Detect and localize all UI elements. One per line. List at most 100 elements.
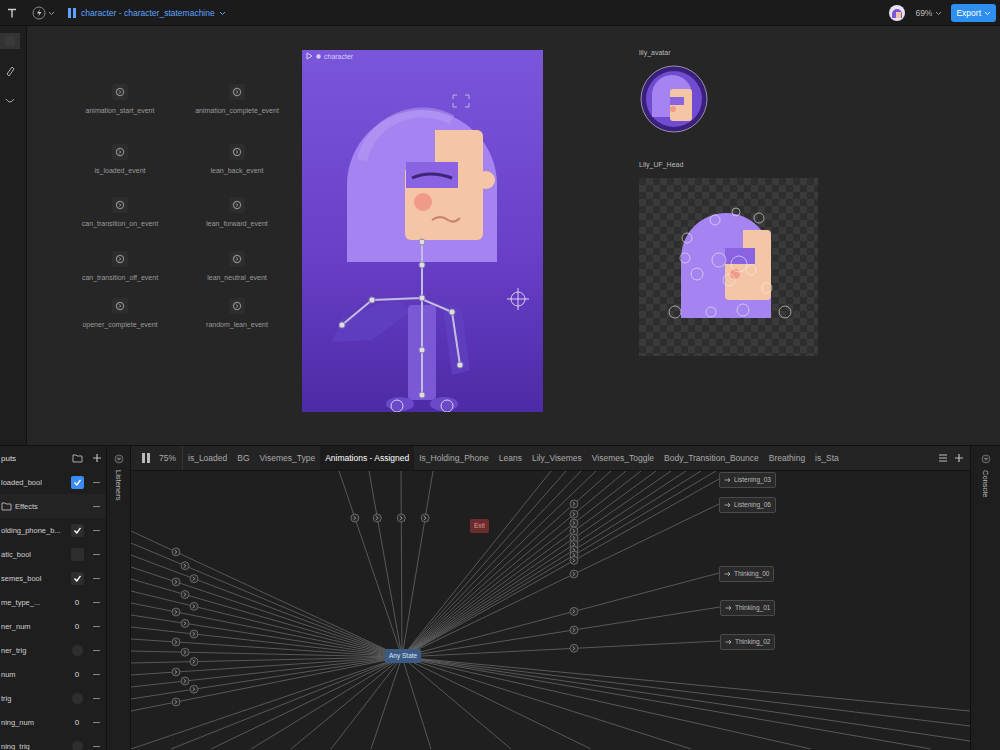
state-label[interactable]: Thinking_01	[735, 604, 770, 612]
input-control[interactable]: 0	[67, 622, 87, 631]
console-label[interactable]: Console	[981, 470, 990, 498]
any-state-node[interactable]: Any State	[385, 649, 421, 663]
checkbox[interactable]	[71, 524, 84, 537]
event-item[interactable]: animation_complete_event	[177, 84, 297, 115]
number-value[interactable]: 0	[75, 598, 79, 607]
file-title-menu[interactable]: character - character_statemachine	[67, 7, 226, 19]
check-icon[interactable]	[73, 574, 82, 583]
remove-button[interactable]	[87, 578, 106, 579]
input-control[interactable]	[67, 572, 87, 585]
checkbox[interactable]	[71, 476, 84, 489]
checkbox[interactable]	[71, 548, 84, 561]
state-node[interactable]: Thinking_02	[720, 634, 775, 650]
event-node[interactable]	[229, 298, 245, 314]
input-label[interactable]: num	[0, 670, 67, 679]
event-label[interactable]: lean_forward_event	[206, 219, 268, 228]
input-row[interactable]: loaded_bool	[0, 470, 106, 494]
layer-tab[interactable]: Visemes_Type	[255, 446, 321, 470]
check-icon[interactable]	[73, 478, 82, 487]
event-item[interactable]: lean_neutral_event	[177, 251, 297, 282]
number-value[interactable]: 0	[75, 718, 79, 727]
state-label[interactable]: Thinking_00	[734, 570, 769, 578]
plus-icon[interactable]	[954, 453, 964, 463]
input-label[interactable]: olding_phone_b...	[0, 526, 67, 535]
event-node[interactable]	[229, 144, 245, 160]
minus-icon[interactable]	[93, 650, 100, 651]
number-value[interactable]: 0	[75, 622, 79, 631]
folder-icon[interactable]	[1, 501, 12, 511]
remove-button[interactable]	[87, 674, 106, 675]
collapse-icon[interactable]	[114, 454, 124, 464]
check-icon[interactable]	[73, 526, 82, 535]
input-row[interactable]: ner_num0	[0, 614, 106, 638]
listeners-label[interactable]: Listeners	[114, 470, 123, 500]
layer-tab[interactable]: is_Loaded	[183, 446, 232, 470]
event-label[interactable]: opener_complete_event	[82, 320, 157, 329]
minus-icon[interactable]	[93, 674, 100, 675]
graph-zoom[interactable]: 75%	[131, 446, 183, 470]
input-label[interactable]: ning_trig	[0, 742, 67, 750]
state-label[interactable]: Listening_06	[734, 501, 771, 509]
select-tool-icon[interactable]	[4, 35, 16, 47]
input-control[interactable]	[67, 645, 87, 656]
minus-icon[interactable]	[93, 554, 100, 555]
minus-icon[interactable]	[93, 482, 100, 483]
number-value[interactable]: 0	[75, 670, 79, 679]
collapse-icon[interactable]	[981, 454, 991, 464]
chevron-down-icon[interactable]	[984, 10, 991, 16]
minus-icon[interactable]	[93, 602, 100, 603]
artboard-name[interactable]: character	[324, 53, 353, 60]
event-item[interactable]: random_lean_event	[177, 298, 297, 329]
event-node[interactable]	[112, 298, 128, 314]
user-avatar-icon[interactable]	[889, 5, 905, 21]
input-row[interactable]: ning_num0	[0, 710, 106, 734]
zoom-level[interactable]: 75%	[159, 453, 176, 463]
remove-button[interactable]	[87, 626, 106, 627]
remove-button[interactable]	[87, 506, 106, 507]
event-item[interactable]: lean_back_event	[177, 144, 297, 175]
event-node[interactable]	[112, 251, 128, 267]
listeners-strip[interactable]: Listeners	[107, 446, 131, 750]
input-label[interactable]: trig	[0, 694, 67, 703]
mode-menu[interactable]	[32, 6, 55, 20]
input-row[interactable]: me_type_...0	[0, 590, 106, 614]
add-input-button[interactable]	[87, 453, 106, 463]
minus-icon[interactable]	[93, 530, 100, 531]
avatar-artboard[interactable]	[640, 65, 708, 137]
input-control[interactable]: 0	[67, 718, 87, 727]
tool-button[interactable]	[0, 33, 20, 49]
event-node[interactable]	[229, 251, 245, 267]
input-label[interactable]: loaded_bool	[0, 478, 67, 487]
tool-button[interactable]	[0, 63, 20, 79]
remove-button[interactable]	[87, 530, 106, 531]
state-graph[interactable]: Any StateExitListening_03Listening_06Thi…	[131, 471, 970, 750]
layer-tab[interactable]: Visemes_Toggle	[587, 446, 659, 470]
input-control[interactable]	[67, 693, 87, 704]
export-button[interactable]: Export	[951, 4, 996, 22]
head-artboard[interactable]	[639, 178, 818, 356]
layer-tab[interactable]: Breathing	[764, 446, 810, 470]
event-node[interactable]	[112, 84, 128, 100]
event-label[interactable]: can_transition_off_event	[82, 273, 158, 282]
artboard-name[interactable]: Lily_UF_Head	[639, 161, 683, 168]
input-control[interactable]	[67, 476, 87, 489]
remove-button[interactable]	[87, 722, 106, 723]
input-row[interactable]: Effects	[0, 494, 106, 518]
event-item[interactable]: is_loaded_event	[60, 144, 180, 175]
input-row[interactable]: semes_bool	[0, 566, 106, 590]
artboard-name[interactable]: lily_avatar	[639, 49, 671, 56]
input-row[interactable]: ner_trig	[0, 638, 106, 662]
trigger-button[interactable]	[72, 693, 83, 704]
remove-button[interactable]	[87, 482, 106, 483]
canvas[interactable]: animation_start_eventanimation_complete_…	[27, 26, 1000, 445]
minus-icon[interactable]	[93, 698, 100, 699]
event-node[interactable]	[229, 197, 245, 213]
input-control[interactable]	[67, 548, 87, 561]
exit-node[interactable]: Exit	[470, 519, 489, 533]
input-row[interactable]: ning_trig	[0, 734, 106, 750]
event-item[interactable]: lean_forward_event	[177, 197, 297, 228]
artboard-title[interactable]: character	[306, 52, 353, 60]
zoom-menu[interactable]: 69%	[915, 8, 942, 18]
input-control[interactable]: 0	[67, 670, 87, 679]
checkbox[interactable]	[71, 572, 84, 585]
